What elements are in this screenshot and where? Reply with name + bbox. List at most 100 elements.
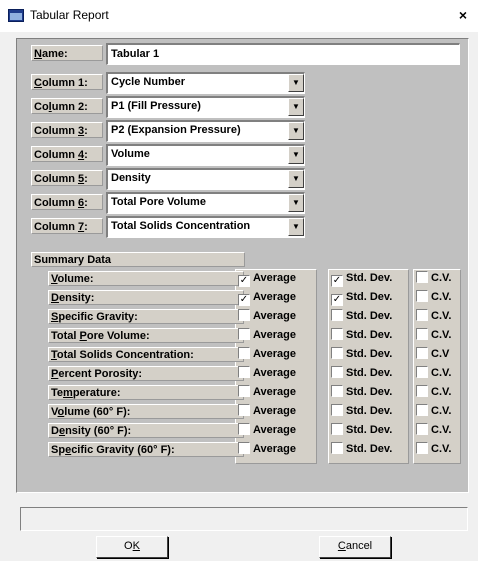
checkmark-icon[interactable]: ✓: [331, 294, 343, 306]
title-bar: Tabular Report ×: [0, 0, 478, 32]
checkbox-empty[interactable]: [416, 271, 428, 283]
column-3-value: P2 (Expansion Pressure): [111, 124, 241, 136]
std-dev-checkbox[interactable]: Std. Dev.: [331, 404, 392, 419]
tabular-report-dialog: Tabular Report × Name: Tabular 1 Column …: [0, 0, 478, 561]
std-dev-checkbox[interactable]: Std. Dev.: [331, 442, 392, 457]
name-input[interactable]: Tabular 1: [106, 43, 460, 65]
close-button[interactable]: ×: [454, 6, 472, 24]
checkbox-empty[interactable]: [331, 366, 343, 378]
cv-checkbox[interactable]: C.V.: [416, 423, 451, 438]
checkbox-empty[interactable]: [416, 366, 428, 378]
column-7-select[interactable]: Total Solids Concentration ▼: [106, 216, 305, 238]
chevron-down-icon[interactable]: ▼: [288, 170, 304, 188]
checkbox-empty[interactable]: [416, 347, 428, 359]
summary-row-label: Specific Gravity (60° F):: [48, 442, 244, 457]
average-checkbox[interactable]: Average: [238, 366, 296, 381]
std-dev-checkbox[interactable]: Std. Dev.: [331, 366, 392, 381]
column-6-value: Total Pore Volume: [111, 196, 206, 208]
average-checkbox[interactable]: ✓ Average: [238, 271, 296, 287]
std-dev-checkbox[interactable]: ✓ Std. Dev.: [331, 271, 392, 287]
column-6-select[interactable]: Total Pore Volume ▼: [106, 192, 305, 214]
cv-checkbox[interactable]: C.V.: [416, 271, 451, 286]
chevron-down-icon[interactable]: ▼: [288, 122, 304, 140]
summary-row-label: Volume (60° F):: [48, 404, 244, 419]
cv-checkbox[interactable]: C.V.: [416, 385, 451, 400]
checkbox-empty[interactable]: [238, 404, 250, 416]
average-checkbox[interactable]: Average: [238, 385, 296, 400]
column-1-select[interactable]: Cycle Number ▼: [106, 72, 305, 94]
checkbox-empty[interactable]: [416, 385, 428, 397]
column-5-select[interactable]: Density ▼: [106, 168, 305, 190]
checkbox-empty[interactable]: [331, 404, 343, 416]
chevron-down-icon[interactable]: ▼: [288, 98, 304, 116]
ok-button[interactable]: OK: [96, 536, 168, 558]
chevron-down-icon[interactable]: ▼: [288, 194, 304, 212]
average-checkbox[interactable]: Average: [238, 309, 296, 324]
cv-checkbox[interactable]: C.V.: [416, 328, 451, 343]
checkmark-icon[interactable]: ✓: [331, 275, 343, 287]
std-dev-checkbox[interactable]: Std. Dev.: [331, 423, 392, 438]
std-dev-checkbox[interactable]: Std. Dev.: [331, 385, 392, 400]
summary-row-label: Density (60° F):: [48, 423, 244, 438]
column-3-select[interactable]: P2 (Expansion Pressure) ▼: [106, 120, 305, 142]
column-2-label: Column 2:: [31, 98, 103, 114]
checkbox-empty[interactable]: [238, 309, 250, 321]
average-checkbox[interactable]: Average: [238, 442, 296, 457]
checkbox-empty[interactable]: [416, 404, 428, 416]
chevron-down-icon[interactable]: ▼: [288, 146, 304, 164]
cv-checkbox[interactable]: C.V.: [416, 442, 451, 457]
summary-row-label: Percent Porosity:: [48, 366, 244, 381]
summary-row-label: Density:: [48, 290, 244, 305]
checkbox-empty[interactable]: [331, 385, 343, 397]
checkbox-empty[interactable]: [416, 309, 428, 321]
checkmark-icon[interactable]: ✓: [238, 294, 250, 306]
checkbox-empty[interactable]: [331, 442, 343, 454]
checkmark-icon[interactable]: ✓: [238, 275, 250, 287]
checkbox-empty[interactable]: [238, 347, 250, 359]
report-window-icon: [8, 9, 24, 22]
checkbox-empty[interactable]: [238, 385, 250, 397]
cv-checkbox[interactable]: C.V.: [416, 404, 451, 419]
checkbox-empty[interactable]: [331, 309, 343, 321]
summary-row-label: Total Pore Volume:: [48, 328, 244, 343]
checkbox-empty[interactable]: [238, 366, 250, 378]
average-checkbox[interactable]: Average: [238, 404, 296, 419]
name-label: Name:: [31, 45, 103, 61]
chevron-down-icon[interactable]: ▼: [288, 74, 304, 92]
checkbox-empty[interactable]: [238, 423, 250, 435]
cv-checkbox[interactable]: C.V: [416, 347, 449, 362]
column-2-select[interactable]: P1 (Fill Pressure) ▼: [106, 96, 305, 118]
checkbox-empty[interactable]: [416, 423, 428, 435]
average-checkbox[interactable]: Average: [238, 423, 296, 438]
checkbox-empty[interactable]: [416, 328, 428, 340]
std-dev-checkbox[interactable]: Std. Dev.: [331, 309, 392, 324]
cv-checkbox[interactable]: C.V.: [416, 290, 451, 305]
column-5-label: Column 5:: [31, 170, 103, 186]
cancel-button[interactable]: Cancel: [319, 536, 391, 558]
checkbox-empty[interactable]: [416, 442, 428, 454]
report-settings-panel: Name: Tabular 1 Column 1: Cycle Number ▼ Co…: [16, 38, 469, 493]
column-1-value: Cycle Number: [111, 76, 185, 88]
column-7-label: Column 7:: [31, 218, 103, 234]
checkbox-empty[interactable]: [238, 328, 250, 340]
checkbox-empty[interactable]: [331, 328, 343, 340]
column-5-value: Density: [111, 172, 151, 184]
std-dev-checkbox[interactable]: ✓ Std. Dev.: [331, 290, 392, 306]
cv-checkbox[interactable]: C.V.: [416, 309, 451, 324]
checkbox-empty[interactable]: [238, 442, 250, 454]
chevron-down-icon[interactable]: ▼: [288, 218, 304, 236]
column-6-label: Column 6:: [31, 194, 103, 210]
std-dev-checkbox[interactable]: Std. Dev.: [331, 328, 392, 343]
column-4-select[interactable]: Volume ▼: [106, 144, 305, 166]
summary-row-label: Volume:: [48, 271, 244, 286]
std-dev-checkbox[interactable]: Std. Dev.: [331, 347, 392, 362]
average-checkbox[interactable]: Average: [238, 328, 296, 343]
average-checkbox[interactable]: ✓ Average: [238, 290, 296, 306]
cv-checkbox[interactable]: C.V.: [416, 366, 451, 381]
average-checkbox[interactable]: Average: [238, 347, 296, 362]
column-7-value: Total Solids Concentration: [111, 220, 251, 232]
checkbox-empty[interactable]: [331, 347, 343, 359]
column-4-label: Column 4:: [31, 146, 103, 162]
checkbox-empty[interactable]: [416, 290, 428, 302]
checkbox-empty[interactable]: [331, 423, 343, 435]
